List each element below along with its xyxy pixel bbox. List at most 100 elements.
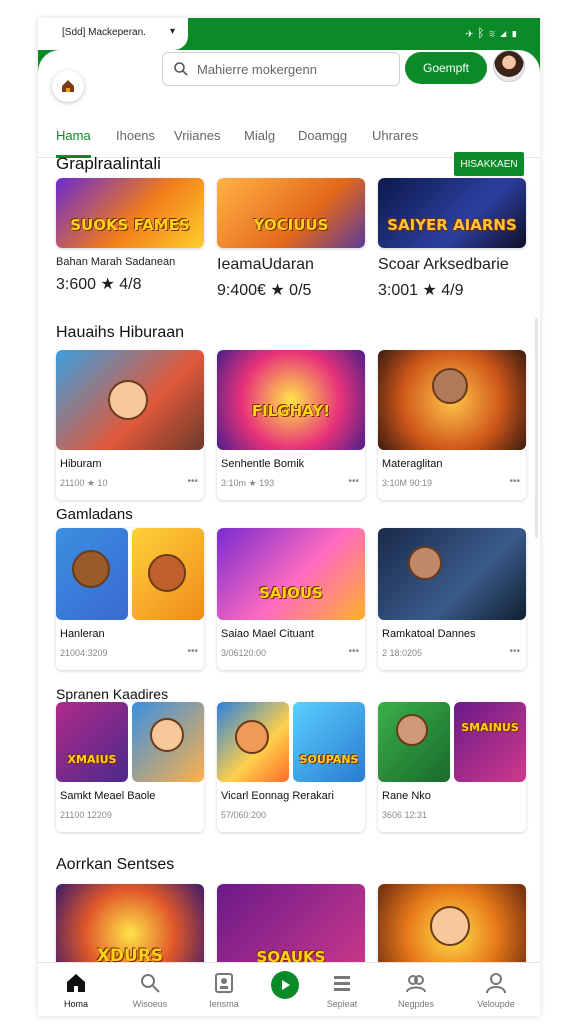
scrollbar[interactable]: [535, 318, 538, 538]
game-card[interactable]: SAIYER AIARNS: [378, 178, 526, 248]
character-face: [408, 546, 442, 580]
search-box[interactable]: [162, 52, 400, 86]
game-meta: 9:400€ ★ 0/5: [217, 282, 312, 299]
game-thumbnail-pair: SOUPANS: [217, 702, 365, 782]
card-caption: Bahan Marah Sadanean 3:600 ★ 4/8: [56, 256, 216, 294]
game-card[interactable]: SOUPANS Vicarl Eonnag Rerakari 57/060:20…: [217, 702, 365, 832]
bluetooth-icon: ᛒ: [477, 26, 489, 40]
game-meta: 3:10M 90:19: [382, 478, 433, 488]
game-name: Senhentle Bomik: [221, 458, 305, 470]
nav-profile[interactable]: Veloupde: [466, 971, 526, 1009]
character-face: [432, 368, 468, 404]
game-name: Hiburam: [60, 458, 102, 470]
wifi-icon: ≋: [488, 26, 500, 40]
game-card[interactable]: XDURS: [56, 884, 204, 968]
thumbnail-art-text: SMAINUS: [461, 721, 519, 734]
main-content: Graplraalintali HISAKKAEN SUOKS FAMES YO…: [38, 128, 540, 968]
game-card[interactable]: SUOKS FAMES: [56, 178, 204, 248]
game-name: IeamaUdaran: [217, 256, 314, 273]
game-thumbnail: SAIYER AIARNS: [378, 178, 526, 248]
game-name: Hanleran: [60, 628, 105, 640]
play-button[interactable]: [271, 971, 299, 999]
nav-label: Sepleat: [326, 999, 358, 1009]
game-name: Rane Nko: [382, 790, 431, 802]
nav-label: Iensma: [209, 999, 239, 1009]
game-thumbnail: SAIOUS: [217, 528, 365, 620]
search-input[interactable]: [197, 61, 387, 77]
more-icon[interactable]: •••: [187, 646, 198, 657]
game-thumbnail: FILGHAY!: [217, 350, 365, 450]
nav-search[interactable]: Wisoeus: [120, 971, 180, 1009]
library-icon: [215, 973, 233, 993]
game-name: Saiao Mael Cituant: [221, 628, 314, 640]
bottom-nav: Homa Wisoeus Iensma Sepleat Negpdes Velo…: [38, 962, 540, 1016]
game-thumbnail: SOUPANS: [293, 702, 365, 782]
more-icon[interactable]: •••: [348, 646, 359, 657]
game-card[interactable]: [378, 884, 526, 968]
status-app-text: [Sdd] Mackeperan.: [62, 27, 146, 38]
game-thumbnail-pair: [56, 528, 204, 620]
see-all-button[interactable]: HISAKKAEN: [454, 152, 524, 176]
nav-label: Homa: [63, 999, 88, 1009]
thumbnail-art-text: SUOKS FAMES: [70, 216, 190, 234]
airplane-icon: ✈: [465, 26, 478, 40]
game-card[interactable]: SOAUKS: [217, 884, 365, 968]
game-thumbnail: [378, 702, 450, 782]
home-logo-button[interactable]: [52, 70, 84, 102]
game-thumbnail: [217, 702, 289, 782]
people-icon: [406, 975, 426, 993]
signin-button[interactable]: Goempft: [405, 52, 487, 84]
game-card[interactable]: Ramkatoal Dannes 2 18:0205 •••: [378, 528, 526, 670]
game-thumbnail: SUOKS FAMES: [56, 178, 204, 248]
home-icon: [62, 80, 74, 92]
game-card[interactable]: Hiburam 21100 ★ 10 •••: [56, 350, 204, 500]
nav-home[interactable]: Homa: [46, 971, 106, 1009]
game-name: Samkt Meael Baole: [60, 790, 156, 802]
game-card[interactable]: SAIOUS Saiao Mael Cituant 3/06120:00 •••: [217, 528, 365, 670]
character-face: [72, 550, 110, 588]
game-thumbnail: SMAINUS: [454, 702, 526, 782]
section-title: Spranen Kaadires: [56, 686, 169, 702]
game-card[interactable]: SMAINUS Rane Nko 3606 12:31: [378, 702, 526, 832]
profile-icon: [486, 973, 506, 994]
game-thumbnail-pair: XMAIUS: [56, 702, 204, 782]
signal-icon: ◢: [499, 26, 511, 40]
game-meta: 2 18:0205: [382, 648, 423, 658]
more-icon[interactable]: •••: [509, 646, 520, 657]
game-card[interactable]: Hanleran 21004:3209 •••: [56, 528, 204, 670]
character-face: [235, 720, 269, 754]
character-face: [148, 554, 186, 592]
status-caret: ▾: [170, 26, 176, 37]
home-icon: [67, 974, 85, 992]
more-icon[interactable]: •••: [187, 476, 198, 487]
game-meta: 21100 ★ 10: [60, 478, 108, 488]
thumbnail-art-text: SAIYER AIARNS: [387, 216, 517, 234]
character-face: [430, 906, 470, 946]
game-card[interactable]: FILGHAY! Senhentle Bomik 3:10m ★ 193 •••: [217, 350, 365, 500]
game-thumbnail: [378, 884, 526, 968]
thumbnail-art-text: SAIOUS: [259, 583, 323, 602]
nav-library[interactable]: Iensma: [194, 971, 254, 1009]
more-icon[interactable]: •••: [509, 476, 520, 487]
game-name: Materaglitan: [382, 458, 443, 470]
nav-people[interactable]: Negpdes: [386, 971, 446, 1009]
nav-label: Negpdes: [397, 999, 435, 1009]
game-card[interactable]: YOCIUUS: [217, 178, 365, 248]
nav-list[interactable]: Sepleat: [312, 971, 372, 1009]
character-face: [108, 380, 148, 420]
game-name: Ramkatoal Dannes: [382, 628, 476, 640]
game-thumbnail: YOCIUUS: [217, 178, 365, 248]
game-meta: 3/06120:00: [221, 648, 267, 658]
game-name: Vicarl Eonnag Rerakari: [221, 790, 334, 802]
game-card[interactable]: XMAIUS Samkt Meael Baole 21100 12209: [56, 702, 204, 832]
nav-label: Wisoeus: [132, 999, 168, 1009]
more-icon[interactable]: •••: [348, 476, 359, 487]
search-icon: [174, 62, 188, 76]
avatar[interactable]: [493, 50, 525, 82]
game-card[interactable]: Materaglitan 3:10M 90:19 •••: [378, 350, 526, 500]
game-thumbnail: [378, 528, 526, 620]
game-thumbnail-pair: SMAINUS: [378, 702, 526, 782]
game-name: Scoar Arksedbarie: [378, 256, 509, 273]
game-thumbnail: [56, 528, 128, 620]
card-caption: IeamaUdaran 9:400€ ★ 0/5: [217, 256, 377, 300]
